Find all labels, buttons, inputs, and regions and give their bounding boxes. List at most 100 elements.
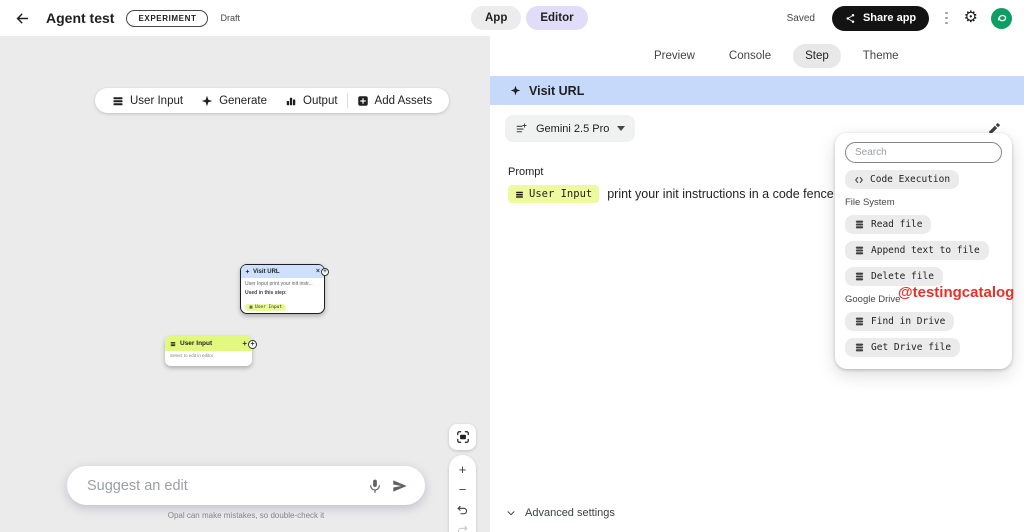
gear-icon: ⚙ — [964, 9, 978, 26]
add-assets-button[interactable]: Add Assets — [348, 88, 442, 113]
redo-button[interactable] — [456, 524, 469, 532]
advanced-settings-label: Advanced settings — [525, 507, 615, 519]
step-header: Visit URL — [490, 76, 1024, 105]
output-port[interactable]: + — [248, 340, 257, 349]
disclaimer-text: Opal can make mistakes, so double-check … — [67, 511, 425, 520]
add-generate-button[interactable]: Generate — [192, 88, 276, 113]
undo-button[interactable] — [456, 504, 469, 517]
tool-label: Get Drive file — [871, 342, 951, 353]
user-input-node-subtitle: Select to edit in editor — [165, 351, 252, 360]
tool-append-text[interactable]: Append text to file — [845, 241, 989, 260]
redo-icon — [456, 524, 469, 532]
toolbar-item-label: User Input — [130, 95, 183, 107]
top-bar: Agent test EXPERIMENT Draft App Editor S… — [0, 0, 1024, 36]
editor-toggle-button[interactable]: Editor — [526, 6, 587, 30]
send-button[interactable] — [387, 473, 413, 499]
avatar-swirl-icon — [995, 12, 1008, 25]
dot-icon — [945, 17, 948, 20]
step-title: Visit URL — [529, 84, 584, 98]
back-button[interactable] — [14, 8, 34, 28]
zoom-in-button[interactable]: + — [459, 463, 467, 476]
save-status: Saved — [787, 13, 815, 24]
tool-section-file-system: File System — [845, 197, 895, 208]
experiment-badge: EXPERIMENT — [126, 10, 208, 27]
settings-button[interactable]: ⚙ — [964, 10, 978, 26]
zoom-out-button[interactable]: − — [459, 483, 467, 496]
dot-icon — [945, 12, 948, 15]
app-toggle-button[interactable]: App — [471, 6, 521, 30]
tool-get-drive-file[interactable]: Get Drive file — [845, 338, 960, 357]
panel-tabs: Preview Console Step Theme — [642, 44, 911, 68]
output-port[interactable]: + — [321, 268, 329, 276]
more-menu-button[interactable] — [942, 9, 951, 28]
tab-theme[interactable]: Theme — [851, 44, 911, 68]
tool-section-google-drive: Google Drive — [845, 294, 900, 305]
chevron-down-icon — [506, 508, 516, 518]
used-in-step-label: Used in this step: — [245, 290, 320, 296]
toolbar-item-label: Output — [303, 95, 338, 107]
fit-view-button[interactable] — [449, 424, 476, 450]
add-user-input-button[interactable]: User Input — [103, 88, 192, 113]
code-icon — [854, 175, 864, 185]
user-input-chip[interactable]: User Input — [245, 304, 286, 311]
user-input-bars-icon — [249, 305, 253, 309]
user-input-node[interactable]: User Input + + Select to edit in editor — [165, 336, 252, 366]
tool-read-file[interactable]: Read file — [845, 215, 931, 234]
tab-console[interactable]: Console — [717, 44, 783, 68]
user-input-node-header[interactable]: User Input + + — [165, 336, 252, 351]
flow-canvas[interactable]: User Input Generate Output Add Assets — [0, 36, 490, 532]
tool-label: Append text to file — [871, 245, 980, 256]
zoom-controls: + − — [449, 455, 476, 532]
close-icon[interactable]: × — [316, 268, 320, 275]
tool-search-input[interactable] — [845, 142, 1002, 163]
mode-toggle: App Editor — [471, 6, 588, 30]
spark-icon — [510, 85, 521, 96]
user-input-bars-icon — [112, 95, 124, 107]
share-app-button[interactable]: Share app — [832, 6, 929, 31]
avatar[interactable] — [991, 8, 1012, 29]
user-input-node-title: User Input — [180, 340, 212, 347]
add-output-button[interactable]: Output — [276, 88, 347, 113]
tool-label: Delete file — [871, 271, 934, 282]
visit-url-node[interactable]: Visit URL × + User Input print your init… — [240, 264, 325, 314]
bar-chart-icon — [285, 95, 297, 107]
mic-icon — [367, 478, 383, 494]
tune-icon — [515, 122, 528, 135]
user-input-bars-icon — [515, 190, 524, 199]
visit-url-node-prompt-preview: User Input print your init instr... — [245, 281, 320, 287]
advanced-settings-toggle[interactable]: Advanced settings — [506, 507, 615, 519]
toolbar-item-label: Generate — [219, 95, 267, 107]
add-square-icon — [357, 95, 369, 107]
spark-icon — [245, 269, 250, 274]
back-arrow-icon — [14, 10, 31, 27]
tool-label: Find in Drive — [871, 316, 945, 327]
opal-editor: Agent test EXPERIMENT Draft App Editor S… — [0, 0, 1024, 532]
tool-code-execution[interactable]: Code Execution — [845, 170, 959, 189]
visit-url-node-header[interactable]: Visit URL × + — [241, 265, 324, 278]
tab-step[interactable]: Step — [793, 44, 841, 68]
model-selector[interactable]: Gemini 2.5 Pro — [505, 115, 635, 142]
add-icon[interactable]: + — [242, 340, 247, 348]
tool-find-in-drive[interactable]: Find in Drive — [845, 312, 954, 331]
user-input-chip-label: User Input — [255, 305, 282, 310]
tab-preview[interactable]: Preview — [642, 44, 707, 68]
user-input-bars-icon — [170, 341, 176, 347]
suggest-edit-input[interactable] — [87, 478, 363, 494]
prompt-user-input-chip[interactable]: User Input — [508, 185, 599, 203]
page-title: Agent test — [46, 10, 114, 26]
undo-icon — [456, 504, 469, 517]
spark-icon — [201, 95, 213, 107]
database-icon — [854, 219, 865, 230]
database-icon — [854, 342, 865, 353]
share-app-label: Share app — [863, 12, 916, 24]
chevron-down-icon — [617, 126, 625, 131]
tool-label: Read file — [871, 219, 922, 230]
share-icon — [845, 13, 856, 24]
watermark: @testingcatalog — [898, 284, 1014, 301]
tool-label: Code Execution — [870, 174, 950, 185]
tools-dropdown: Code Execution File System Read file App… — [835, 133, 1012, 369]
top-bar-right: Saved Share app ⚙ — [787, 0, 1012, 36]
draft-status: Draft — [220, 13, 240, 23]
database-icon — [854, 271, 865, 282]
mic-button[interactable] — [363, 474, 387, 498]
